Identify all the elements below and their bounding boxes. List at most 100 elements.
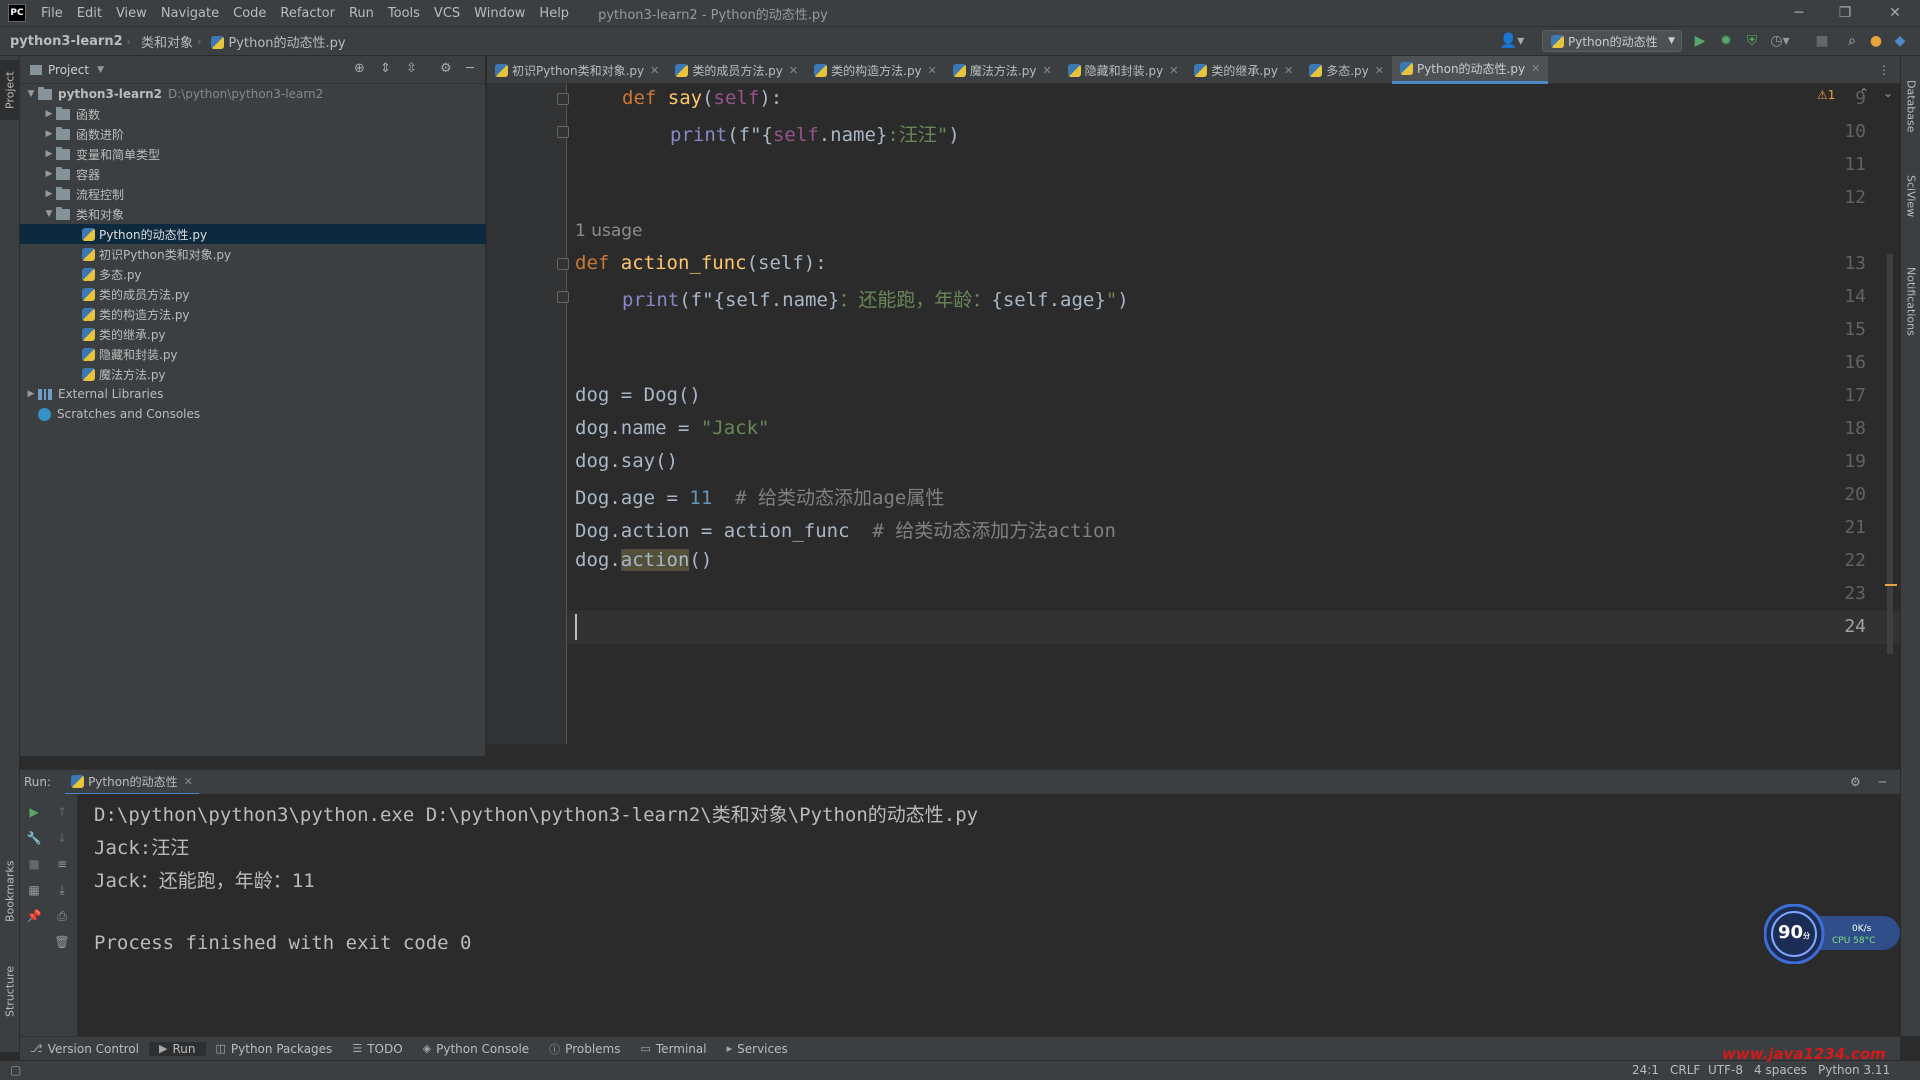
- breadcrumb-folder[interactable]: 类和对象: [131, 32, 197, 51]
- tool-todo[interactable]: ☰ TODO: [342, 1042, 412, 1056]
- tree-folder[interactable]: ▶ 容器: [20, 164, 486, 184]
- pin-icon[interactable]: 📌: [24, 906, 44, 926]
- tree-file[interactable]: 初识Python类和对象.py: [20, 244, 486, 264]
- run-tab[interactable]: Python的动态性 ✕: [65, 770, 199, 795]
- stop-icon[interactable]: ■: [1812, 31, 1832, 51]
- print-icon[interactable]: ⎙: [52, 906, 72, 926]
- menu-refactor[interactable]: Refactor: [273, 6, 342, 21]
- menu-run[interactable]: Run: [342, 6, 381, 21]
- close-tab-icon[interactable]: ✕: [184, 775, 193, 788]
- profile-icon[interactable]: ◷▾: [1770, 31, 1790, 51]
- arrow-down-icon[interactable]: ↓: [52, 828, 72, 848]
- menu-window[interactable]: Window: [467, 6, 532, 21]
- tree-scratches[interactable]: Scratches and Consoles: [20, 404, 486, 424]
- tree-folder[interactable]: ▶ 变量和简单类型: [20, 144, 486, 164]
- caret-position[interactable]: 24:1: [1632, 1063, 1659, 1077]
- indent-setting[interactable]: 4 spaces: [1754, 1063, 1807, 1077]
- tree-file[interactable]: 类的继承.py: [20, 324, 486, 344]
- menu-view[interactable]: View: [109, 6, 154, 21]
- trash-icon[interactable]: 🗑: [52, 932, 72, 952]
- tree-file-selected[interactable]: Python的动态性.py: [20, 224, 486, 244]
- stop-icon[interactable]: ■: [24, 854, 44, 874]
- menu-file[interactable]: File: [34, 6, 70, 21]
- notifications-tool-tab[interactable]: Notifications: [1901, 246, 1920, 356]
- tool-services[interactable]: ▸ Services: [717, 1042, 798, 1056]
- fold-icon[interactable]: [557, 93, 569, 105]
- debug-icon[interactable]: ✹: [1716, 31, 1736, 51]
- editor-tab-active[interactable]: Python的动态性.py ✕: [1391, 56, 1549, 84]
- editor-tab[interactable]: 魔法方法.py ✕: [945, 56, 1060, 84]
- chevron-right-icon[interactable]: ▶: [42, 189, 56, 199]
- editor-tab[interactable]: 初识Python类和对象.py ✕: [487, 56, 667, 84]
- fold-icon[interactable]: [557, 126, 569, 138]
- editor-tab[interactable]: 多态.py ✕: [1301, 56, 1392, 84]
- user-icon[interactable]: 👤▾: [1498, 31, 1526, 51]
- vertical-scrollbar[interactable]: [1887, 254, 1893, 654]
- gear-icon[interactable]: ⚙: [440, 61, 452, 76]
- chevron-right-icon[interactable]: ▶: [42, 169, 56, 179]
- run-console[interactable]: D:\python\python3\python.exe D:\python\p…: [78, 794, 1900, 1036]
- tree-file[interactable]: 多态.py: [20, 264, 486, 284]
- line-separator[interactable]: CRLF: [1670, 1063, 1700, 1077]
- expand-all-icon[interactable]: ⇕: [380, 61, 391, 76]
- close-tab-icon[interactable]: ✕: [1375, 64, 1384, 77]
- close-tab-icon[interactable]: ✕: [928, 64, 937, 77]
- tool-problems[interactable]: ⓘ Problems: [539, 1041, 630, 1057]
- menu-code[interactable]: Code: [226, 6, 273, 21]
- minimize-icon[interactable]: ─: [1776, 0, 1822, 26]
- chevron-down-icon[interactable]: ⌄: [1883, 86, 1893, 100]
- tool-python-packages[interactable]: ◫ Python Packages: [206, 1042, 343, 1056]
- chevron-right-icon[interactable]: ▶: [42, 149, 56, 159]
- sciview-tool-tab[interactable]: SciView: [1901, 156, 1920, 236]
- menu-edit[interactable]: Edit: [70, 6, 109, 21]
- python-interpreter[interactable]: Python 3.11: [1818, 1063, 1890, 1077]
- close-icon[interactable]: ✕: [1872, 0, 1918, 26]
- tree-file[interactable]: 类的构造方法.py: [20, 304, 486, 324]
- tool-terminal[interactable]: ▭ Terminal: [630, 1042, 716, 1056]
- close-tab-icon[interactable]: ✕: [1042, 64, 1051, 77]
- panel-toggle-icon[interactable]: ▢: [10, 1063, 21, 1077]
- fold-icon[interactable]: [557, 291, 569, 303]
- breadcrumb-file[interactable]: Python的动态性.py: [201, 32, 349, 51]
- tool-version-control[interactable]: ⎇ Version Control: [20, 1042, 149, 1056]
- chevron-right-icon[interactable]: ▶: [42, 109, 56, 119]
- code-editor[interactable]: ⚠1 ⌃ ⌄ 9 10 11 12 13 14 15 16 17 18 19 2…: [487, 84, 1900, 744]
- coverage-icon[interactable]: ⛨: [1742, 31, 1762, 51]
- collapse-all-icon[interactable]: ⇳: [406, 61, 417, 76]
- editor-tab[interactable]: 隐藏和封装.py ✕: [1060, 56, 1187, 84]
- structure-tool-tab[interactable]: Structure: [0, 956, 20, 1026]
- layout-icon[interactable]: ▦: [24, 880, 44, 900]
- tree-folder[interactable]: ▶ 函数进阶: [20, 124, 486, 144]
- file-encoding[interactable]: UTF-8: [1708, 1063, 1743, 1077]
- rerun-icon[interactable]: ▶: [24, 802, 44, 822]
- close-tab-icon[interactable]: ✕: [650, 64, 659, 77]
- wrench-icon[interactable]: 🔧: [24, 828, 44, 848]
- tree-folder[interactable]: ▼ 类和对象: [20, 204, 486, 224]
- breadcrumb-project[interactable]: python3-learn2: [0, 34, 127, 49]
- run-configuration-select[interactable]: Python的动态性 ▼: [1542, 30, 1682, 52]
- gear-icon[interactable]: ⚙: [1850, 775, 1861, 789]
- hide-panel-icon[interactable]: ─: [1879, 775, 1886, 789]
- close-tab-icon[interactable]: ✕: [1531, 62, 1540, 75]
- database-tool-tab[interactable]: Database: [1901, 66, 1920, 146]
- chevron-right-icon[interactable]: ▶: [42, 129, 56, 139]
- project-tool-tab[interactable]: Project: [0, 60, 20, 120]
- fold-icon[interactable]: [557, 258, 569, 270]
- update-icon[interactable]: ●: [1866, 31, 1886, 51]
- tree-folder[interactable]: ▶ 函数: [20, 104, 486, 124]
- arrow-up-icon[interactable]: ↑: [52, 802, 72, 822]
- plugin-icon[interactable]: ◆: [1890, 31, 1910, 51]
- chevron-down-icon[interactable]: ▼: [42, 209, 56, 219]
- soft-wrap-icon[interactable]: ≡: [52, 854, 72, 874]
- editor-tab[interactable]: 类的构造方法.py ✕: [806, 56, 945, 84]
- scroll-to-end-icon[interactable]: ⤓: [52, 880, 72, 900]
- tree-file[interactable]: 隐藏和封装.py: [20, 344, 486, 364]
- run-icon[interactable]: ▶: [1690, 31, 1710, 51]
- usage-hint[interactable]: 1 usage: [575, 221, 643, 241]
- close-tab-icon[interactable]: ✕: [1169, 64, 1178, 77]
- tree-root[interactable]: ▼ python3-learn2 D:\python\python3-learn2: [20, 84, 486, 104]
- editor-tab[interactable]: 类的成员方法.py ✕: [667, 56, 806, 84]
- chevron-down-icon[interactable]: ▼: [97, 65, 104, 75]
- search-icon[interactable]: ⌕: [1842, 31, 1862, 51]
- project-view-select[interactable]: Project: [48, 63, 89, 77]
